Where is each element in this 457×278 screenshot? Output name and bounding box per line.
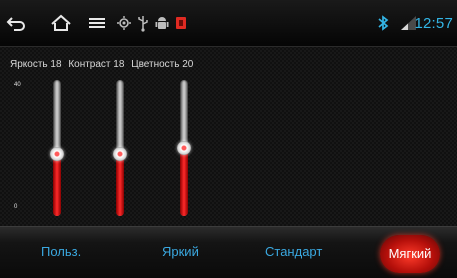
display-settings-screen: 12:57 Яркость 18 Контраст 18 Цветность 2… <box>0 0 457 278</box>
back-icon[interactable] <box>6 13 26 33</box>
menu-icon[interactable] <box>88 13 106 33</box>
saturation-slider-thumb[interactable] <box>177 141 191 155</box>
gps-icon <box>117 13 131 33</box>
contrast-label: Контраст 18 <box>68 59 125 70</box>
home-icon[interactable] <box>50 13 72 33</box>
brightness-slider-thumb[interactable] <box>50 147 64 162</box>
status-clock: 12:57 <box>414 15 453 32</box>
status-bar: 12:57 <box>0 0 457 47</box>
notification-icon <box>175 13 187 33</box>
brightness-label: Яркость 18 <box>10 59 62 70</box>
contrast-slider-thumb[interactable] <box>113 147 127 162</box>
android-debug-icon <box>155 13 169 33</box>
preset-bright-button[interactable]: Яркий <box>162 244 199 259</box>
preset-soft-label: Мягкий <box>388 246 432 261</box>
usb-icon <box>137 13 149 33</box>
preset-standard-button[interactable]: Стандарт <box>265 244 322 259</box>
brightness-slider-fill <box>53 154 61 216</box>
saturation-slider[interactable] <box>177 80 191 216</box>
contrast-slider-fill <box>116 154 124 216</box>
saturation-label: Цветность 20 <box>131 59 194 70</box>
brightness-slider[interactable] <box>50 80 64 216</box>
axis-max-label: 40 <box>14 82 21 88</box>
preset-bar: Польз. Яркий Стандарт Мягкий <box>0 226 457 278</box>
preset-soft-button[interactable]: Мягкий <box>380 235 440 273</box>
saturation-slider-fill <box>180 148 188 216</box>
slider-labels: Яркость 18 Контраст 18 Цветность 20 <box>10 59 197 70</box>
contrast-slider[interactable] <box>113 80 127 216</box>
axis-min-label: 0 <box>14 204 18 210</box>
bluetooth-icon <box>377 13 389 33</box>
preset-user-button[interactable]: Польз. <box>41 244 81 259</box>
